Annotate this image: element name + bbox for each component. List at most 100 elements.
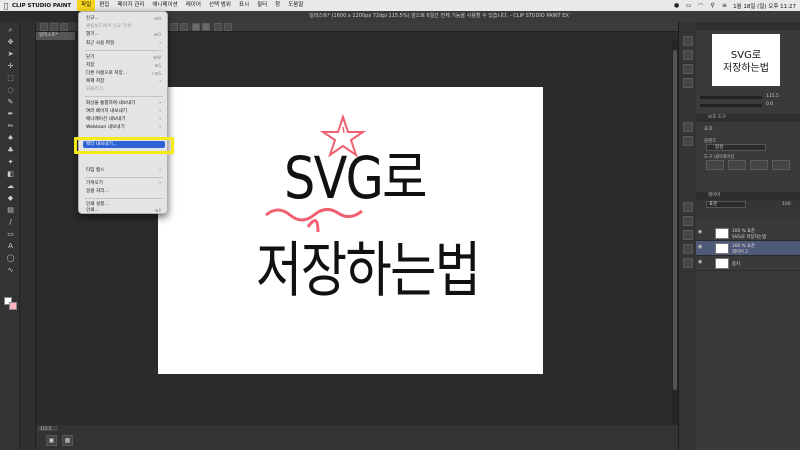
sub-view-panel-icon[interactable] xyxy=(683,50,693,60)
menu-item-import[interactable]: 가져오기 › xyxy=(83,180,165,187)
tool-nav-button-3[interactable] xyxy=(750,160,768,170)
menu-item-save[interactable]: 저장 ⌘S xyxy=(83,62,165,69)
menu-item-export-pages[interactable]: 여러 페이지 내보내기 › xyxy=(83,108,165,115)
record-icon[interactable]: ● xyxy=(673,2,680,9)
ruler-snap-icon[interactable] xyxy=(224,23,232,31)
figure-tool-icon[interactable]: / xyxy=(6,218,15,227)
zoom-slider-track[interactable] xyxy=(700,96,762,99)
layer-row-selected[interactable]: ◉ 100 % 표준 레이어 2 xyxy=(696,241,800,256)
info-panel-icon[interactable] xyxy=(683,64,693,74)
redo-icon[interactable] xyxy=(180,23,188,31)
layer-property-panel-icon[interactable] xyxy=(683,244,693,254)
wifi-icon[interactable]: ◠ xyxy=(697,2,704,9)
tool-nav-button-1[interactable] xyxy=(706,160,724,170)
fill-tool-icon[interactable]: ◆ xyxy=(6,194,15,203)
clock[interactable]: 1월 18일 (일) 오후 11:27 xyxy=(733,2,796,10)
menu-item-save-copy[interactable]: 복제 저장 › xyxy=(83,78,165,85)
search-icon[interactable]: ⚲ xyxy=(709,2,716,9)
scroll-thumb[interactable] xyxy=(673,50,677,390)
color-history-panel-icon[interactable] xyxy=(683,230,693,240)
menu-item-new[interactable]: 신규... ⌘N xyxy=(83,15,165,22)
color-panel-icon[interactable] xyxy=(683,202,693,212)
eye-icon[interactable]: ◉ xyxy=(698,230,703,235)
balloon-tool-icon[interactable]: ◯ xyxy=(6,254,15,263)
navigator-panel-icon[interactable] xyxy=(683,36,693,46)
menu-page[interactable]: 페이지 관리 xyxy=(113,0,148,11)
eye-icon[interactable]: ◉ xyxy=(698,260,703,265)
undo-icon[interactable] xyxy=(170,23,178,31)
menu-item-print-settings[interactable]: 인쇄 설정... xyxy=(83,201,165,208)
menu-file[interactable]: 파일 xyxy=(77,0,96,11)
brush-tool-icon[interactable]: ♠ xyxy=(6,134,15,143)
open-file-icon[interactable] xyxy=(50,23,58,31)
lasso-tool-icon[interactable]: ◌ xyxy=(6,86,15,95)
snap-icon[interactable] xyxy=(214,23,222,31)
canvas-horizontal-scrollbar[interactable]: 115.5 xyxy=(36,425,678,432)
color-set-panel-icon[interactable] xyxy=(683,216,693,226)
sub-color-swatch[interactable] xyxy=(9,302,17,310)
tool-property-header[interactable]: 보조 도구 xyxy=(696,114,800,122)
rotate-slider[interactable]: 0.0 xyxy=(700,102,796,108)
layer-panel-header[interactable]: 레이어 xyxy=(696,192,800,200)
zoom-field[interactable]: 115.5 xyxy=(38,426,58,431)
move-tool-icon[interactable]: ✥ xyxy=(6,38,15,47)
menu-window[interactable]: 창 xyxy=(271,0,284,11)
menu-layer[interactable]: 레이어 xyxy=(182,0,205,11)
menu-item-export-webtoon[interactable]: Webtoon 내보내기 › xyxy=(83,124,165,131)
search-layer-panel-icon[interactable] xyxy=(683,258,693,268)
menu-item-timelapse[interactable]: 타임 랩스 › xyxy=(83,167,165,174)
selection-tool-icon[interactable]: ⬚ xyxy=(6,74,15,83)
apple-icon[interactable]:  xyxy=(4,2,12,10)
menu-item-export-animation[interactable]: 애니메이션 내보내기 › xyxy=(83,116,165,123)
gradient-tool-icon[interactable]: ▤ xyxy=(6,206,15,215)
brush-size-panel-icon[interactable] xyxy=(683,136,693,146)
zoom-tool-icon[interactable]: ⌕ xyxy=(6,26,15,35)
menu-item-open[interactable]: 열기... ⌘O xyxy=(83,31,165,38)
menu-item-print[interactable]: 인쇄... ⌘P xyxy=(83,208,165,214)
layer-move-tool-icon[interactable]: ✛ xyxy=(6,62,15,71)
document-tab[interactable]: 일러스트* xyxy=(36,32,76,40)
menu-item-batch[interactable]: 일괄 처리... xyxy=(83,188,165,195)
layer-row[interactable]: ◉ 100 % 표준 SVG로 저장하는법 xyxy=(696,226,800,241)
preview-toggle-icon[interactable]: ▦ xyxy=(62,435,73,446)
eye-icon[interactable]: ◉ xyxy=(698,245,703,250)
blend-tool-icon[interactable]: ☁ xyxy=(6,182,15,191)
menu-item-recent[interactable]: 최근 사용 파일 › xyxy=(83,40,165,47)
pen-tool-icon[interactable]: ✒ xyxy=(6,110,15,119)
operation-tool-icon[interactable]: ➤ xyxy=(6,50,15,59)
layer-row-paper[interactable]: ◉ 용지 xyxy=(696,256,800,271)
pencil-tool-icon[interactable]: ✏ xyxy=(6,122,15,131)
canvas-paper[interactable]: SVG로 저장하는법 xyxy=(158,87,543,374)
save-icon[interactable] xyxy=(60,23,68,31)
menu-edit[interactable]: 편집 xyxy=(95,0,113,11)
assets-panel-icon[interactable] xyxy=(683,78,693,88)
zoom-slider[interactable]: 115.5 xyxy=(700,94,796,100)
tool-nav-button-4[interactable] xyxy=(772,160,790,170)
menu-item-new-from-clipboard[interactable]: 클립보드에서 신규 작성 xyxy=(83,23,165,30)
battery-icon[interactable]: ▭ xyxy=(685,2,692,9)
decoration-tool-icon[interactable]: ✦ xyxy=(6,158,15,167)
menu-item-save-as[interactable]: 다른 이름으로 저장... ⇧⌘S xyxy=(83,70,165,77)
frame-toggle-icon[interactable]: ▣ xyxy=(46,435,57,446)
menu-help[interactable]: 도움말 xyxy=(284,0,307,11)
layer-blend-select[interactable]: 표준 xyxy=(706,201,746,208)
blend-select[interactable]: 합성 xyxy=(706,144,766,151)
control-center-icon[interactable]: ≡ xyxy=(721,2,728,9)
menu-item-close[interactable]: 닫기 ⌘W xyxy=(83,54,165,61)
menu-view[interactable]: 표시 xyxy=(235,0,253,11)
airbrush-tool-icon[interactable]: ♣ xyxy=(6,146,15,155)
correct-line-tool-icon[interactable]: ∿ xyxy=(6,266,15,275)
menu-item-export-single[interactable]: 화상을 통합하여 내보내기 › xyxy=(83,100,165,107)
tool-property-panel-icon[interactable] xyxy=(683,122,693,132)
menu-filter[interactable]: 필터 xyxy=(253,0,271,11)
menu-animation[interactable]: 애니메이션 xyxy=(148,0,181,11)
menu-selection[interactable]: 선택 범위 xyxy=(205,0,235,11)
frame-tool-icon[interactable]: ▭ xyxy=(6,230,15,239)
clear-icon[interactable] xyxy=(192,23,200,31)
navigator-preview[interactable]: SVG로 저장하는법 xyxy=(712,34,780,86)
menu-item-revert[interactable]: 되돌리기... xyxy=(83,86,165,93)
text-tool-icon[interactable]: A xyxy=(6,242,15,251)
tool-nav-button-2[interactable] xyxy=(728,160,746,170)
new-file-icon[interactable] xyxy=(40,23,48,31)
eraser-tool-icon[interactable]: ◧ xyxy=(6,170,15,179)
